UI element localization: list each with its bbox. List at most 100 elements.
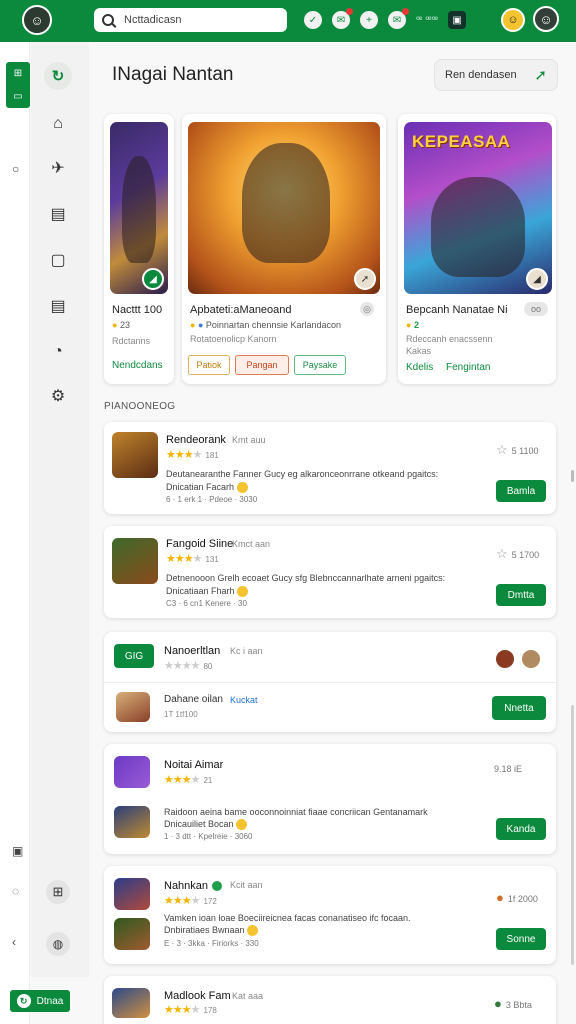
game-thumbnail (114, 918, 150, 950)
filter-button[interactable]: Ren dendasen ➚ (434, 59, 558, 91)
rail-workspace-chip[interactable]: ⊞ ▭ (6, 62, 30, 108)
action-button[interactable]: Dmtta (496, 584, 546, 606)
pin-icon[interactable]: ✈ (48, 158, 68, 178)
card-title: Bepcanh Nanatae Ni (406, 304, 508, 316)
member-avatar[interactable] (494, 648, 516, 670)
share-icon[interactable]: ➚ (354, 268, 376, 290)
play-icon[interactable]: ◢ (142, 268, 164, 290)
member-avatar[interactable] (520, 648, 542, 670)
chat-icon[interactable]: ✉ (332, 8, 353, 29)
list-item[interactable]: Fangoid Siine Kmct aan ★★★★ 131 Detnenooo… (104, 526, 556, 618)
search-text: Ncttadicasn (124, 14, 182, 26)
sub-item-meta: 1T 1tf100 (164, 710, 198, 719)
list-item-group[interactable]: GIG Nanoerltlan Kc i aan ★★★★ 80 Dahane o… (104, 632, 556, 732)
stat-count[interactable]: ● 3 Bbta (494, 996, 532, 1011)
bottom-status-chip[interactable]: ↻ Dtnaa (10, 990, 70, 1012)
action-button[interactable]: Bamla (496, 480, 546, 502)
list-item[interactable]: Noitai Aimar ★★★★ 21 9.18 iE Raidoon aein… (104, 744, 556, 854)
list-item[interactable]: Nahnkan Kcit aan ★★★★ 172 Vamken ioan loa… (104, 866, 556, 964)
item-sub: Kmt auu (232, 435, 266, 445)
scrollbar-marker[interactable] (571, 470, 574, 482)
emoji-icon (237, 586, 249, 598)
item-title: Rendeorank (166, 434, 226, 446)
sub-item-link[interactable]: Kuckat (230, 695, 258, 705)
more-icon[interactable]: ◎ (360, 302, 374, 316)
card-link[interactable]: Kdelis (406, 362, 433, 373)
rating-count: 80 (203, 662, 213, 671)
tag-chip[interactable]: Patiok (188, 355, 230, 375)
item-title: Noitai Aimar (164, 759, 224, 771)
grid-icon[interactable]: ⊞ (46, 880, 70, 904)
clock-icon[interactable]: ◔ (48, 342, 68, 362)
back-arrow-icon[interactable]: ‹ (12, 935, 16, 949)
user-avatar[interactable]: ☺ (533, 6, 559, 32)
message-icon[interactable]: ✉ (388, 8, 409, 29)
item-description-2: Dnicauiliet Bocan (164, 818, 484, 831)
stat-count[interactable]: ● 1f 2000 (496, 890, 538, 905)
card-meta: Rotatoenolicp Kanorn (190, 334, 277, 344)
plus-icon[interactable]: + (360, 11, 378, 29)
action-button[interactable]: Nnetta (492, 696, 546, 720)
group-chip[interactable]: GIG (114, 644, 154, 668)
featured-card-1[interactable]: ◢ Nacttt 100 ● 23 Rdctanns Nendcdans (104, 114, 174, 384)
count-text: 3 Bbta (505, 1000, 532, 1010)
desc-text: Dnicauiliet Bocan (164, 819, 234, 829)
game-art: ➚ (188, 122, 380, 294)
filter-label: Ren dendasen (445, 69, 517, 81)
bottom-chip-label: Dtnaa (36, 995, 64, 1007)
search-input[interactable]: Ncttadicasn (94, 8, 287, 32)
like-count[interactable]: ☆ 5 1700 (496, 546, 539, 562)
bookmark-icon[interactable]: ▢ (48, 250, 68, 270)
desc-text: Dnicatian Facarh (166, 482, 235, 492)
chat-bubble-icon[interactable]: ◌ (12, 884, 19, 898)
list-item[interactable]: Madlook Fam Kat aaa ★★★★ 178 ● 3 Bbta (104, 976, 556, 1024)
wallet-icon[interactable]: ▣ (448, 11, 467, 29)
item-meta: 1 · 3 dtt · Kpelreie · 3060 (164, 832, 253, 841)
list-item[interactable]: Rendeorank Kmt auu ★★★★ 181 Deutanearanth… (104, 422, 556, 514)
hero-figure (241, 142, 331, 264)
rating-count: 131 (205, 555, 219, 564)
card-link[interactable]: Nendcdans (112, 360, 163, 371)
refresh-icon[interactable]: ↻ (44, 62, 72, 90)
card-sub: Kakas (406, 346, 432, 356)
emoji-icon (236, 819, 248, 831)
rating-count: 178 (203, 1006, 217, 1015)
check-icon[interactable]: ✓ (304, 11, 322, 29)
more-icon[interactable]: oo (524, 302, 548, 316)
rating-count: 21 (203, 776, 213, 785)
tag-chip[interactable]: Paysake (294, 355, 346, 375)
home-icon[interactable]: ⌂ (48, 114, 68, 134)
pin-drop-icon[interactable]: ◍ (46, 932, 70, 956)
star-rating: ★★★★ 21 (164, 774, 213, 786)
badge-icon: ● (494, 996, 502, 1011)
card-link[interactable]: Fengintan (446, 362, 490, 373)
item-description: Detnenooon Grelh ecoaet Gucy sfg Blebncc… (166, 573, 446, 583)
featured-card-3[interactable]: KEPEASAA ◢ Bepcanh Nanatae Ni oo ● 2 Rde… (398, 114, 556, 384)
card-rating: ● ● Poinnartan chennsie Karlandacon (190, 320, 341, 330)
like-count[interactable]: ☆ 5 1100 (496, 442, 539, 458)
rail-chip-top-icon: ⊞ (13, 68, 23, 79)
card-title: Apbateti:aManeoand (190, 304, 292, 316)
coin-icon[interactable]: ☺ (501, 8, 525, 32)
gear-icon[interactable]: ⚙ (48, 386, 68, 406)
top-bar: ☺ Ncttadicasn ✓ ✉ + ✉ ꟹ ꟹꟹ ▣ ☺ ☺ (0, 0, 576, 42)
star-rating: ★★★★ 80 (164, 660, 213, 672)
square-icon[interactable]: ▣ (12, 844, 23, 858)
game-thumbnail (112, 432, 158, 478)
document-icon[interactable]: ▤ (48, 204, 68, 224)
scrollbar-thumb[interactable] (571, 705, 574, 965)
game-thumbnail (114, 806, 150, 838)
action-button[interactable]: Sonne (496, 928, 546, 950)
tag-chip[interactable]: Pangan (235, 355, 289, 375)
pin-icon[interactable]: ◢ (526, 268, 548, 290)
emoji-icon (247, 925, 259, 937)
circle-icon[interactable]: ○ (12, 162, 19, 176)
item-sub: Kc i aan (230, 646, 263, 656)
rating-count: 172 (203, 897, 217, 906)
featured-card-2[interactable]: ➚ Apbateti:aManeoand ◎ ● ● Poinnartan ch… (182, 114, 386, 384)
side-nav (31, 42, 89, 977)
action-button[interactable]: Kanda (496, 818, 546, 840)
verified-icon (212, 881, 223, 892)
list-icon[interactable]: ▤ (48, 296, 68, 316)
profile-avatar[interactable]: ☺ (22, 5, 52, 35)
